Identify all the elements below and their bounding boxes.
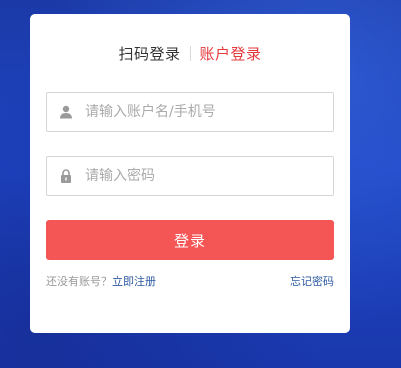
password-field xyxy=(46,156,334,196)
username-input[interactable] xyxy=(85,93,333,131)
register-link[interactable]: 立即注册 xyxy=(112,275,156,288)
username-field xyxy=(46,92,334,132)
lock-icon xyxy=(47,169,85,183)
login-button[interactable]: 登录 xyxy=(46,220,334,260)
user-icon xyxy=(47,105,85,119)
no-account-text: 还没有账号？ xyxy=(46,275,112,288)
forgot-password-link[interactable]: 忘记密码 xyxy=(290,273,334,289)
login-card: 扫码登录 账户登录 登录 还没有账号？立即注册 忘记密码 xyxy=(30,14,350,333)
password-input[interactable] xyxy=(85,157,333,195)
register-prompt: 还没有账号？立即注册 xyxy=(46,273,156,289)
login-footer-links: 还没有账号？立即注册 忘记密码 xyxy=(46,273,334,289)
tab-account-login[interactable]: 账户登录 xyxy=(200,43,262,64)
tab-divider xyxy=(189,45,191,61)
login-tabs: 扫码登录 账户登录 xyxy=(30,42,350,64)
tab-qr-login[interactable]: 扫码登录 xyxy=(118,43,180,64)
